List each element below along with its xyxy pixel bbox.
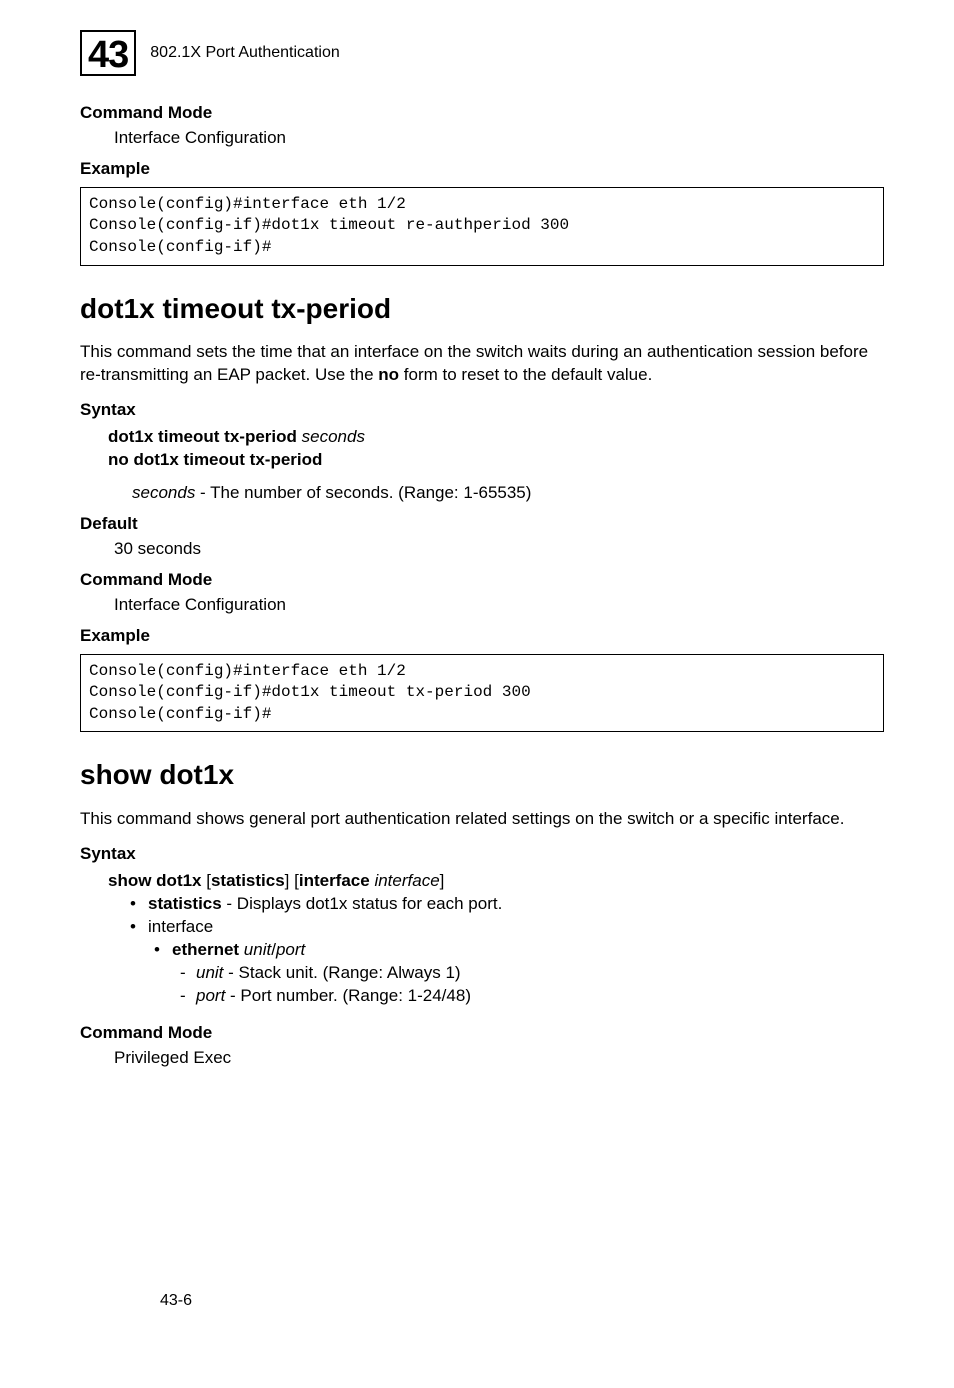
chapter-title: 802.1X Port Authentication xyxy=(150,42,339,64)
syntax-bold: dot1x timeout tx-period xyxy=(108,427,297,446)
section-description: This command shows general port authenti… xyxy=(80,808,884,831)
command-mode-text: Interface Configuration xyxy=(114,594,884,617)
list-item: statistics - Displays dot1x status for e… xyxy=(148,893,884,916)
syntax-bullets: statistics - Displays dot1x status for e… xyxy=(148,893,884,1008)
list-item: ethernet unit/port unit - Stack unit. (R… xyxy=(172,939,884,1008)
example-heading: Example xyxy=(80,625,884,648)
syntax-text: ] [ xyxy=(285,871,299,890)
item-bold: ethernet xyxy=(172,940,239,959)
desc-text: form to reset to the default value. xyxy=(399,365,652,384)
syntax-block: dot1x timeout tx-period seconds no dot1x… xyxy=(108,426,884,505)
item-bold: statistics xyxy=(148,894,222,913)
item-italic: unit xyxy=(196,963,223,982)
sub-list: ethernet unit/port unit - Stack unit. (R… xyxy=(172,939,884,1008)
section-title: show dot1x xyxy=(80,756,884,794)
syntax-line: no dot1x timeout tx-period xyxy=(108,449,884,472)
chapter-badge: 43 xyxy=(80,30,136,76)
command-mode-text: Interface Configuration xyxy=(114,127,884,150)
syntax-heading: Syntax xyxy=(80,399,884,422)
code-example: Console(config)#interface eth 1/2 Consol… xyxy=(80,187,884,266)
section-description: This command sets the time that an inter… xyxy=(80,341,884,387)
list-item: unit - Stack unit. (Range: Always 1) xyxy=(196,962,884,985)
code-example: Console(config)#interface eth 1/2 Consol… xyxy=(80,654,884,733)
example-heading: Example xyxy=(80,158,884,181)
syntax-italic: seconds xyxy=(297,427,365,446)
syntax-bold: interface xyxy=(299,871,370,890)
command-mode-heading: Command Mode xyxy=(80,102,884,125)
item-italic: port xyxy=(196,986,225,1005)
command-mode-heading: Command Mode xyxy=(80,569,884,592)
chapter-number: 43 xyxy=(88,36,128,74)
syntax-bold: show dot1x xyxy=(108,871,202,890)
section-title: dot1x timeout tx-period xyxy=(80,290,884,328)
syntax-bold: statistics xyxy=(211,871,285,890)
list-item: interface ethernet unit/port unit - Stac… xyxy=(148,916,884,1008)
syntax-line: show dot1x [statistics] [interface inter… xyxy=(108,870,884,893)
dash-list: unit - Stack unit. (Range: Always 1) por… xyxy=(196,962,884,1008)
syntax-text: ] xyxy=(440,871,445,890)
command-mode-heading: Command Mode xyxy=(80,1022,884,1045)
syntax-param: seconds - The number of seconds. (Range:… xyxy=(132,482,884,505)
syntax-line: dot1x timeout tx-period seconds xyxy=(108,426,884,449)
desc-bold: no xyxy=(378,365,399,384)
syntax-heading: Syntax xyxy=(80,843,884,866)
syntax-text: [ xyxy=(202,871,211,890)
page-number: 43-6 xyxy=(160,1290,192,1312)
list-item: port - Port number. (Range: 1-24/48) xyxy=(196,985,884,1008)
param-text: - The number of seconds. (Range: 1-65535… xyxy=(195,483,531,502)
item-text: - Stack unit. (Range: Always 1) xyxy=(223,963,460,982)
default-text: 30 seconds xyxy=(114,538,884,561)
default-heading: Default xyxy=(80,513,884,536)
item-text: - Port number. (Range: 1-24/48) xyxy=(225,986,471,1005)
param-italic: seconds xyxy=(132,483,195,502)
syntax-italic: interface xyxy=(374,871,439,890)
item-italic: port xyxy=(276,940,305,959)
syntax-block: show dot1x [statistics] [interface inter… xyxy=(108,870,884,1008)
chapter-header: 43 802.1X Port Authentication xyxy=(80,30,884,76)
item-text: interface xyxy=(148,917,213,936)
item-text: - Displays dot1x status for each port. xyxy=(222,894,503,913)
command-mode-text: Privileged Exec xyxy=(114,1047,884,1070)
item-italic: unit xyxy=(239,940,271,959)
